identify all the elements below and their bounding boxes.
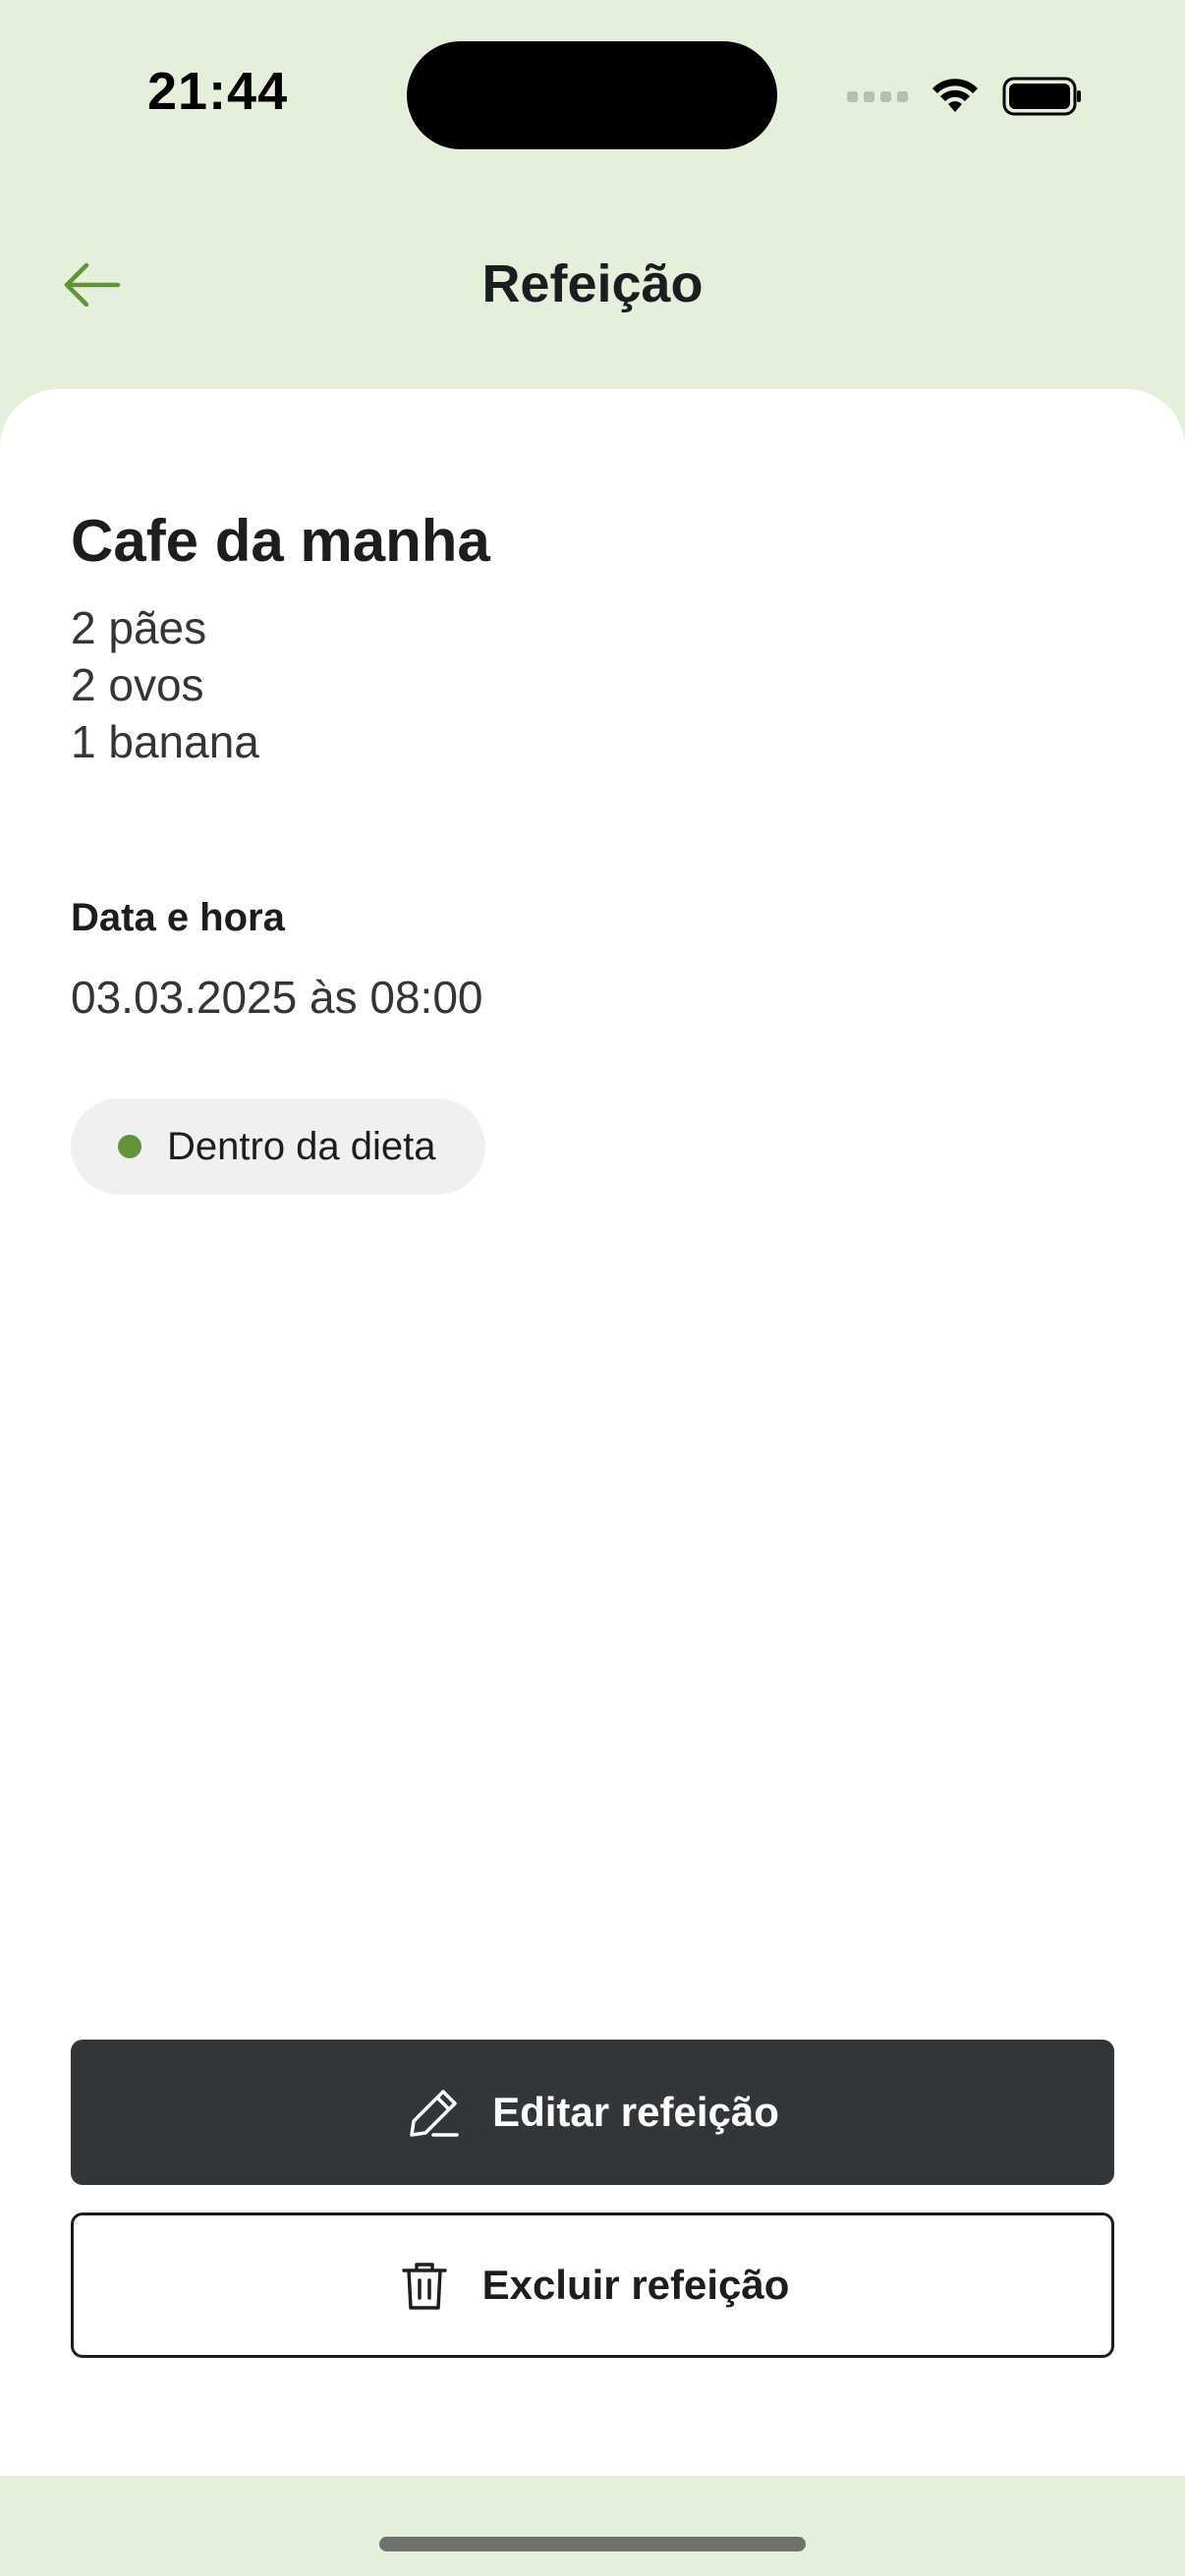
meal-name: Cafe da manha xyxy=(71,508,490,574)
meal-description-line: 1 banana xyxy=(71,716,259,767)
delete-meal-label: Excluir refeição xyxy=(481,2262,790,2308)
cellular-signal-icon xyxy=(847,90,908,102)
datetime-value: 03.03.2025 às 08:00 xyxy=(71,972,483,1023)
pencil-icon xyxy=(406,2084,463,2141)
trash-icon xyxy=(396,2257,453,2314)
edit-meal-label: Editar refeição xyxy=(492,2089,779,2135)
home-indicator[interactable] xyxy=(379,2537,806,2551)
meal-description: 2 pães 2 ovos 1 banana xyxy=(71,599,259,770)
wifi-icon xyxy=(932,79,978,112)
diet-status-badge: Dentro da dieta xyxy=(71,1098,485,1195)
meal-description-line: 2 ovos xyxy=(71,659,204,710)
battery-icon xyxy=(1002,77,1081,116)
status-icons xyxy=(847,69,1083,124)
meal-description-line: 2 pães xyxy=(71,602,207,653)
diet-status-label: Dentro da dieta xyxy=(167,1124,436,1168)
status-time: 21:44 xyxy=(147,62,289,121)
dynamic-island xyxy=(407,41,777,149)
page-title: Refeição xyxy=(481,254,704,313)
app-header: Refeição xyxy=(0,226,1185,344)
status-bar: 21:44 xyxy=(0,0,1185,196)
meal-details-card: Cafe da manha 2 pães 2 ovos 1 banana Dat… xyxy=(0,389,1185,2476)
delete-meal-button[interactable]: Excluir refeição xyxy=(71,2212,1114,2358)
datetime-label: Data e hora xyxy=(71,896,285,939)
status-dot-icon xyxy=(118,1135,141,1158)
edit-meal-button[interactable]: Editar refeição xyxy=(71,2040,1114,2185)
